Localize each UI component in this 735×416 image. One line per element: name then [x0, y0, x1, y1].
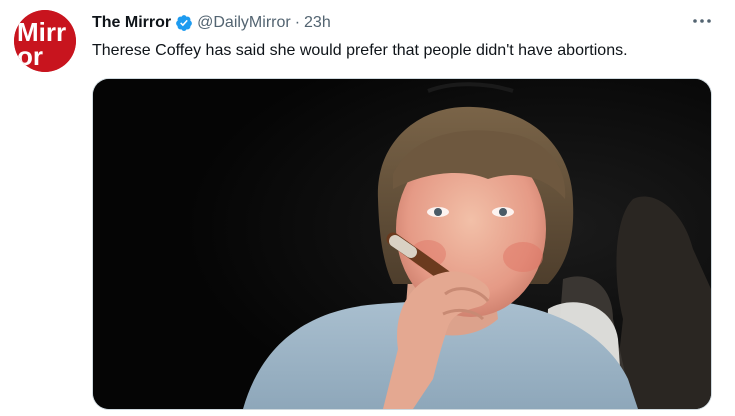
tweet-text: Therese Coffey has said she would prefer…: [92, 42, 628, 59]
tweet-header: The Mirror @DailyMirror · 23h: [92, 12, 331, 34]
avatar[interactable]: Mirr or: [14, 10, 76, 72]
photo-illustration: [93, 79, 711, 409]
more-horizontal-icon[interactable]: [691, 14, 713, 28]
verified-badge-icon: [175, 14, 193, 32]
author-display-name[interactable]: The Mirror: [92, 14, 171, 32]
svg-text:or: or: [17, 41, 43, 71]
tweet[interactable]: Mirr or The Mirror @DailyMirror · 23h Th…: [0, 0, 735, 416]
tweet-timestamp[interactable]: 23h: [304, 14, 331, 32]
mirror-logo: Mirr or: [14, 10, 76, 72]
author-handle[interactable]: @DailyMirror: [197, 14, 291, 32]
separator-dot: ·: [294, 14, 301, 31]
tweet-photo[interactable]: [93, 79, 711, 409]
